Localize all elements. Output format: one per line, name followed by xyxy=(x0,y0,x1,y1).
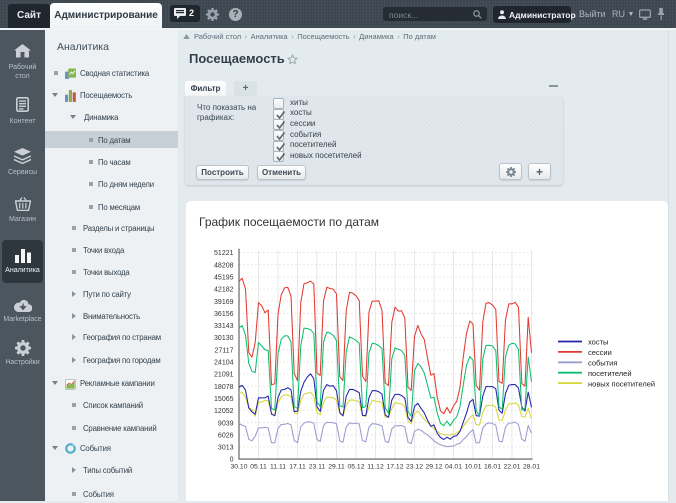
svg-text:51221: 51221 xyxy=(214,250,234,257)
svg-text:30130: 30130 xyxy=(214,335,234,342)
svg-text:21091: 21091 xyxy=(214,372,234,379)
svg-text:05.11: 05.11 xyxy=(250,464,267,471)
svg-text:12052: 12052 xyxy=(214,408,234,415)
svg-text:15065: 15065 xyxy=(214,396,234,403)
svg-text:05.12: 05.12 xyxy=(347,464,364,471)
svg-text:6026: 6026 xyxy=(218,432,234,439)
svg-text:22.01: 22.01 xyxy=(503,464,520,471)
svg-text:сессии: сессии xyxy=(588,348,612,357)
svg-text:28.01: 28.01 xyxy=(523,464,540,471)
svg-text:9039: 9039 xyxy=(218,420,234,427)
svg-text:04.01: 04.01 xyxy=(445,464,462,471)
svg-text:48208: 48208 xyxy=(214,262,234,269)
svg-text:новых посетителей: новых посетителей xyxy=(588,379,655,388)
svg-text:хосты: хосты xyxy=(588,338,608,347)
svg-text:10.01: 10.01 xyxy=(464,464,481,471)
svg-text:39169: 39169 xyxy=(214,299,234,306)
svg-text:23.12: 23.12 xyxy=(406,464,423,471)
svg-text:33143: 33143 xyxy=(214,323,234,330)
svg-text:посетителей: посетителей xyxy=(588,369,632,378)
svg-text:3013: 3013 xyxy=(218,445,234,452)
svg-text:17.11: 17.11 xyxy=(289,464,306,471)
svg-text:события: события xyxy=(588,359,617,368)
svg-text:11.11: 11.11 xyxy=(270,464,286,471)
svg-text:24104: 24104 xyxy=(214,360,234,367)
svg-text:42182: 42182 xyxy=(214,287,234,294)
svg-text:18078: 18078 xyxy=(214,384,234,391)
svg-text:23.11: 23.11 xyxy=(309,464,326,471)
svg-text:29.12: 29.12 xyxy=(425,464,442,471)
svg-text:45195: 45195 xyxy=(214,275,234,282)
svg-text:36156: 36156 xyxy=(214,311,234,318)
svg-text:29.11: 29.11 xyxy=(328,464,345,471)
svg-text:11.12: 11.12 xyxy=(367,464,384,471)
svg-text:27117: 27117 xyxy=(215,347,234,354)
svg-text:17.12: 17.12 xyxy=(386,464,403,471)
svg-text:30.10: 30.10 xyxy=(230,464,247,471)
svg-text:16.01: 16.01 xyxy=(484,464,501,471)
